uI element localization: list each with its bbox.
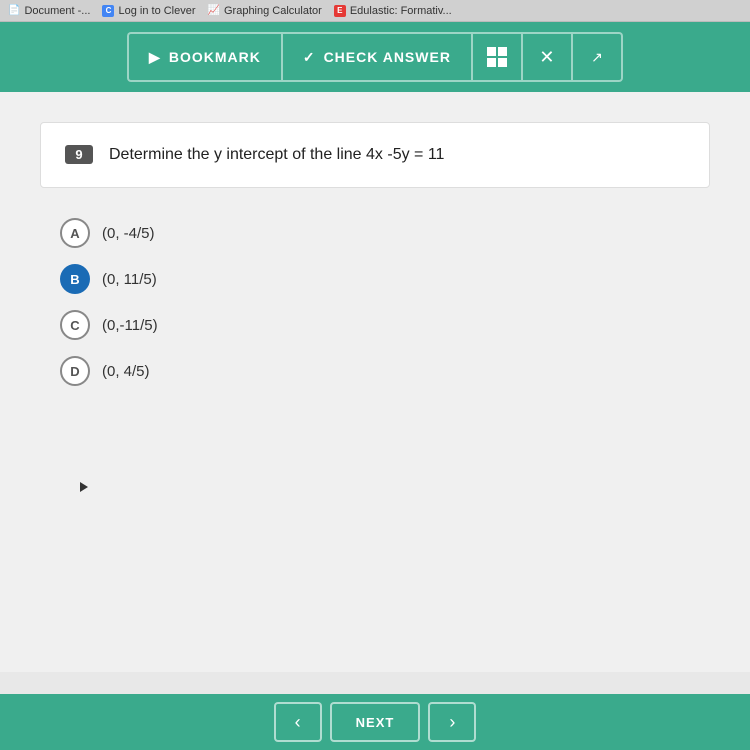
choice-c-text: (0,-11/5) <box>102 317 158 334</box>
tab-document-label: Document -... <box>24 5 90 17</box>
tab-bar: 📄 Document -... C Log in to Clever 📈 Gra… <box>0 0 750 22</box>
external-link-icon: ↗ <box>591 49 603 66</box>
check-icon: ✓ <box>303 49 316 66</box>
bookmark-label: BOOKMARK <box>169 49 261 65</box>
choice-a-text: (0, -4/5) <box>102 225 155 242</box>
tab-edulastic[interactable]: E Edulastic: Formativ... <box>334 5 452 17</box>
tab-document[interactable]: 📄 Document -... <box>8 5 90 17</box>
next-button[interactable]: NEXT <box>330 702 421 742</box>
check-answer-button[interactable]: ✓ CHECK ANSWER <box>283 32 473 82</box>
choice-a-label: A <box>70 226 79 241</box>
check-answer-label: CHECK ANSWER <box>324 49 451 65</box>
choice-a[interactable]: A (0, -4/5) <box>60 218 690 248</box>
tab-graphing[interactable]: 📈 Graphing Calculator <box>208 5 322 17</box>
bookmark-icon: ▶ <box>149 49 161 66</box>
choice-d-text: (0, 4/5) <box>102 363 150 380</box>
choice-b-circle: B <box>60 264 90 294</box>
cursor-indicator <box>80 482 88 492</box>
choice-b[interactable]: B (0, 11/5) <box>60 264 690 294</box>
next-arrow-button[interactable]: › <box>428 702 476 742</box>
bookmark-button[interactable]: ▶ BOOKMARK <box>127 32 283 82</box>
next-arrow-icon: › <box>449 712 455 733</box>
choice-b-label: B <box>70 272 79 287</box>
choice-d-label: D <box>70 364 79 379</box>
grid-button[interactable] <box>473 32 523 82</box>
tab-graphing-label: Graphing Calculator <box>224 5 322 17</box>
tab-edulastic-label: Edulastic: Formativ... <box>350 5 452 17</box>
prev-button[interactable]: ‹ <box>274 702 322 742</box>
edulastic-favicon: E <box>334 5 346 17</box>
external-link-button[interactable]: ↗ <box>573 32 623 82</box>
close-icon: ✕ <box>539 47 554 68</box>
choice-d-circle: D <box>60 356 90 386</box>
answers-container: A (0, -4/5) B (0, 11/5) C (0,-11/5) D (0… <box>40 208 710 396</box>
choice-c-label: C <box>70 318 79 333</box>
prev-arrow-icon: ‹ <box>295 712 301 733</box>
choice-d[interactable]: D (0, 4/5) <box>60 356 690 386</box>
doc-favicon: 📄 <box>8 5 20 16</box>
close-button[interactable]: ✕ <box>523 32 573 82</box>
choice-c[interactable]: C (0,-11/5) <box>60 310 690 340</box>
choice-a-circle: A <box>60 218 90 248</box>
bottom-nav: ‹ NEXT › <box>0 694 750 750</box>
choice-c-circle: C <box>60 310 90 340</box>
next-label: NEXT <box>356 715 395 730</box>
graphing-favicon: 📈 <box>208 5 220 16</box>
tab-clever-label: Log in to Clever <box>118 5 195 17</box>
clever-favicon: C <box>102 5 114 17</box>
question-number: 9 <box>65 145 93 164</box>
grid-icon <box>487 47 507 67</box>
question-text: Determine the y intercept of the line 4x… <box>109 143 444 167</box>
question-container: 9 Determine the y intercept of the line … <box>40 122 710 188</box>
tab-clever[interactable]: C Log in to Clever <box>102 5 195 17</box>
choice-b-text: (0, 11/5) <box>102 271 157 288</box>
toolbar: ▶ BOOKMARK ✓ CHECK ANSWER ✕ ↗ <box>0 22 750 92</box>
main-content: 9 Determine the y intercept of the line … <box>0 92 750 672</box>
